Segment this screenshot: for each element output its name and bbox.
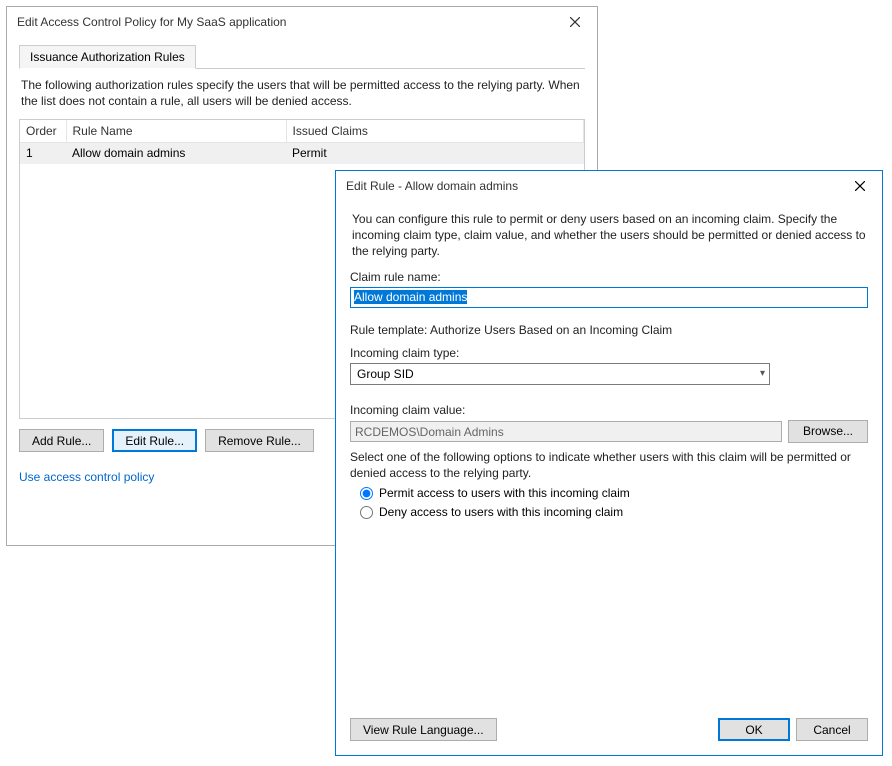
table-header-row: Order Rule Name Issued Claims: [20, 120, 584, 143]
rules-description-text: The following authorization rules specif…: [21, 77, 583, 109]
cancel-button[interactable]: Cancel: [796, 718, 868, 741]
use-access-control-policy-link[interactable]: Use access control policy: [19, 470, 154, 484]
incoming-claim-type-value: Group SID: [357, 367, 414, 381]
titlebar: Edit Access Control Policy for My SaaS a…: [7, 7, 597, 37]
col-order[interactable]: Order: [20, 120, 66, 143]
radio-deny[interactable]: Deny access to users with this incoming …: [360, 505, 868, 519]
claim-rule-name-label: Claim rule name:: [350, 270, 868, 284]
radio-permit-input[interactable]: [360, 487, 373, 500]
remove-rule-button[interactable]: Remove Rule...: [205, 429, 314, 452]
chevron-down-icon: ▾: [760, 368, 765, 379]
incoming-claim-type-select[interactable]: Group SID ▾: [350, 363, 770, 385]
radio-deny-label: Deny access to users with this incoming …: [379, 505, 623, 519]
incoming-claim-value-label: Incoming claim value:: [350, 403, 868, 417]
table-row[interactable]: 1 Allow domain admins Permit: [20, 143, 584, 164]
col-issued-claims[interactable]: Issued Claims: [286, 120, 584, 143]
claim-rule-name-input[interactable]: Allow domain admins: [350, 287, 868, 308]
add-rule-button[interactable]: Add Rule...: [19, 429, 104, 452]
incoming-claim-value-text: RCDEMOS\Domain Admins: [355, 425, 504, 439]
close-button[interactable]: [555, 8, 595, 36]
rule-description-text: You can configure this rule to permit or…: [352, 211, 866, 260]
claim-rule-name-value: Allow domain admins: [354, 290, 467, 304]
cell-issued-claims: Permit: [286, 143, 584, 164]
dialog-footer: View Rule Language... OK Cancel: [336, 708, 882, 755]
ok-button[interactable]: OK: [718, 718, 790, 741]
tab-issuance-authorization-rules[interactable]: Issuance Authorization Rules: [19, 45, 196, 69]
incoming-claim-value-input[interactable]: RCDEMOS\Domain Admins: [350, 421, 782, 442]
view-rule-language-button[interactable]: View Rule Language...: [350, 718, 497, 741]
incoming-claim-type-label: Incoming claim type:: [350, 346, 868, 360]
dialog-body: You can configure this rule to permit or…: [336, 201, 882, 519]
tabstrip: Issuance Authorization Rules: [19, 45, 585, 69]
radio-deny-input[interactable]: [360, 506, 373, 519]
titlebar: Edit Rule - Allow domain admins: [336, 171, 882, 201]
edit-rule-button[interactable]: Edit Rule...: [112, 429, 197, 452]
browse-button[interactable]: Browse...: [788, 420, 868, 443]
radio-permit-label: Permit access to users with this incomin…: [379, 486, 630, 500]
close-button[interactable]: [840, 172, 880, 200]
dialog-title: Edit Rule - Allow domain admins: [346, 179, 518, 193]
rule-template-text: Rule template: Authorize Users Based on …: [350, 322, 868, 338]
edit-rule-dialog: Edit Rule - Allow domain admins You can …: [335, 170, 883, 756]
radio-permit[interactable]: Permit access to users with this incomin…: [360, 486, 868, 500]
cell-rule-name: Allow domain admins: [66, 143, 286, 164]
dialog-title: Edit Access Control Policy for My SaaS a…: [17, 15, 286, 29]
close-icon: [570, 17, 580, 27]
close-icon: [855, 181, 865, 191]
col-rule-name[interactable]: Rule Name: [66, 120, 286, 143]
cell-order: 1: [20, 143, 66, 164]
option-instruction-text: Select one of the following options to i…: [350, 449, 868, 481]
